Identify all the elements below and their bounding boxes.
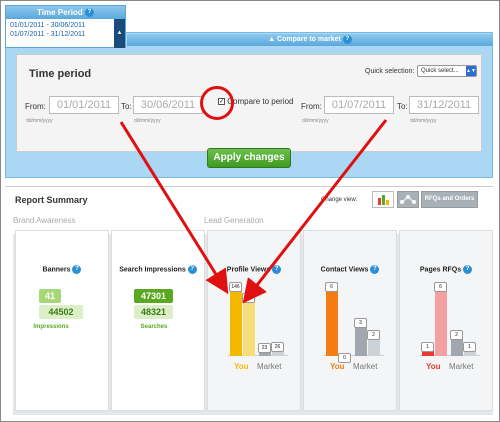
- annotation-arrows: [119, 119, 388, 304]
- arrow-to-curr-bar: [242, 119, 388, 304]
- arrow-to-prev-bar: [119, 121, 229, 295]
